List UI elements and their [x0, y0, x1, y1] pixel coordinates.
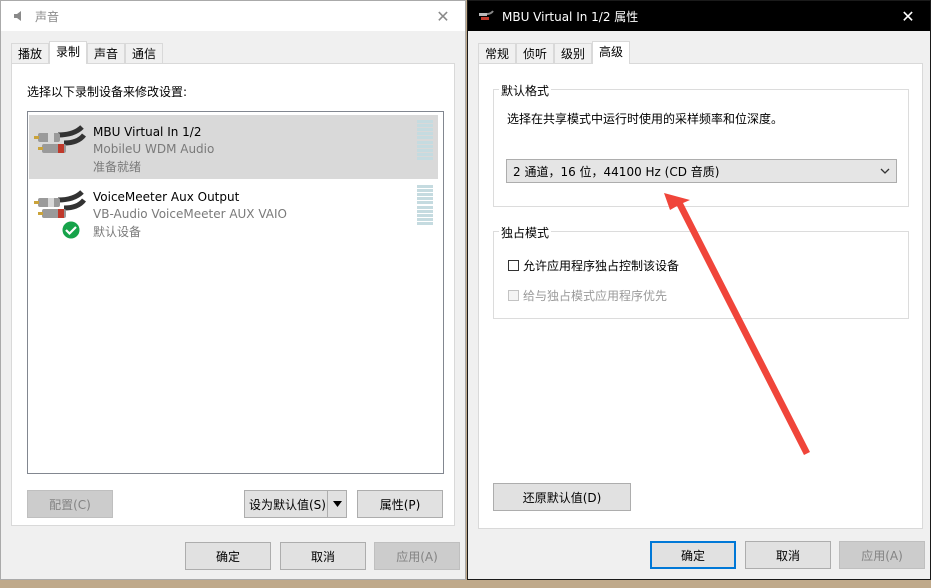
sound-tabs: 播放 录制 声音 通信 — [11, 41, 164, 64]
rca-cable-icon — [34, 125, 86, 153]
set-default-label: 设为默认值(S) — [249, 497, 326, 512]
properties-titlebar[interactable]: MBU Virtual In 1/2 属性 ✕ — [468, 1, 930, 31]
exclusive-priority-checkbox[interactable]: 给与独占模式应用程序优先 — [508, 287, 667, 304]
apply-button[interactable]: 应用(A) — [839, 541, 925, 569]
default-format-description: 选择在共享模式中运行时使用的采样频率和位深度。 — [507, 112, 784, 126]
tab-sounds[interactable]: 声音 — [87, 43, 126, 63]
exclusive-mode-label: 独占模式 — [499, 224, 552, 241]
tab-playback[interactable]: 播放 — [11, 43, 50, 63]
close-icon[interactable]: ✕ — [421, 1, 465, 31]
cancel-button[interactable]: 取消 — [280, 542, 366, 570]
tab-listen[interactable]: 侦听 — [516, 43, 555, 63]
rca-cable-icon — [478, 8, 494, 24]
device-driver: MobileU WDM Audio — [93, 142, 215, 156]
speaker-icon — [11, 8, 27, 24]
device-status: 准备就绪 — [93, 160, 142, 174]
device-status: 默认设备 — [93, 225, 142, 239]
list-item-mbu-virtual[interactable]: MBU Virtual In 1/2 MobileU WDM Audio 准备就… — [29, 115, 438, 179]
sound-dialog: 声音 ✕ 播放 录制 声音 通信 选择以下录制设备来修改设置: MBU Virt… — [0, 0, 466, 580]
set-default-button[interactable]: 设为默认值(S) — [244, 490, 347, 518]
allow-exclusive-label: 允许应用程序独占控制该设备 — [523, 259, 680, 273]
cancel-button[interactable]: 取消 — [745, 541, 831, 569]
ok-button[interactable]: 确定 — [650, 541, 736, 569]
tab-general[interactable]: 常规 — [478, 43, 517, 63]
default-format-group — [493, 89, 909, 207]
allow-exclusive-checkbox[interactable]: 允许应用程序独占控制该设备 — [508, 257, 679, 274]
instruction-text: 选择以下录制设备来修改设置: — [27, 85, 188, 99]
close-icon[interactable]: ✕ — [886, 1, 930, 31]
properties-tabs: 常规 侦听 级别 高级 — [478, 41, 631, 64]
default-check-icon — [61, 220, 81, 240]
device-driver: VB-Audio VoiceMeeter AUX VAIO — [93, 207, 287, 221]
apply-button[interactable]: 应用(A) — [374, 542, 460, 570]
list-item-voicemeeter[interactable]: VoiceMeeter Aux Output VB-Audio VoiceMee… — [29, 180, 438, 244]
device-name: MBU Virtual In 1/2 — [93, 125, 202, 139]
chevron-down-icon — [880, 168, 890, 174]
device-name: VoiceMeeter Aux Output — [93, 190, 240, 204]
format-select-value: 2 通道，16 位，44100 Hz (CD 音质) — [513, 164, 720, 179]
exclusive-priority-label: 给与独占模式应用程序优先 — [523, 289, 668, 303]
default-format-label: 默认格式 — [499, 82, 552, 99]
level-meter — [417, 185, 433, 225]
tab-recording[interactable]: 录制 — [49, 41, 88, 64]
window-title: MBU Virtual In 1/2 属性 — [502, 9, 639, 24]
properties-button[interactable]: 属性(P) — [357, 490, 443, 518]
configure-button[interactable]: 配置(C) — [27, 490, 113, 518]
checkbox-box[interactable] — [508, 260, 519, 271]
level-meter — [417, 120, 433, 160]
ok-button[interactable]: 确定 — [185, 542, 271, 570]
tab-advanced[interactable]: 高级 — [592, 41, 631, 64]
window-title: 声音 — [35, 9, 60, 24]
exclusive-mode-group — [493, 231, 909, 319]
device-list[interactable]: MBU Virtual In 1/2 MobileU WDM Audio 准备就… — [27, 111, 444, 474]
tab-levels[interactable]: 级别 — [554, 43, 593, 63]
format-select[interactable]: 2 通道，16 位，44100 Hz (CD 音质) — [506, 159, 897, 183]
dropdown-arrow-icon[interactable] — [327, 491, 346, 517]
tab-communications[interactable]: 通信 — [125, 43, 164, 63]
restore-defaults-button[interactable]: 还原默认值(D) — [493, 483, 631, 511]
checkbox-box[interactable] — [508, 290, 519, 301]
sound-titlebar[interactable]: 声音 ✕ — [1, 1, 465, 31]
